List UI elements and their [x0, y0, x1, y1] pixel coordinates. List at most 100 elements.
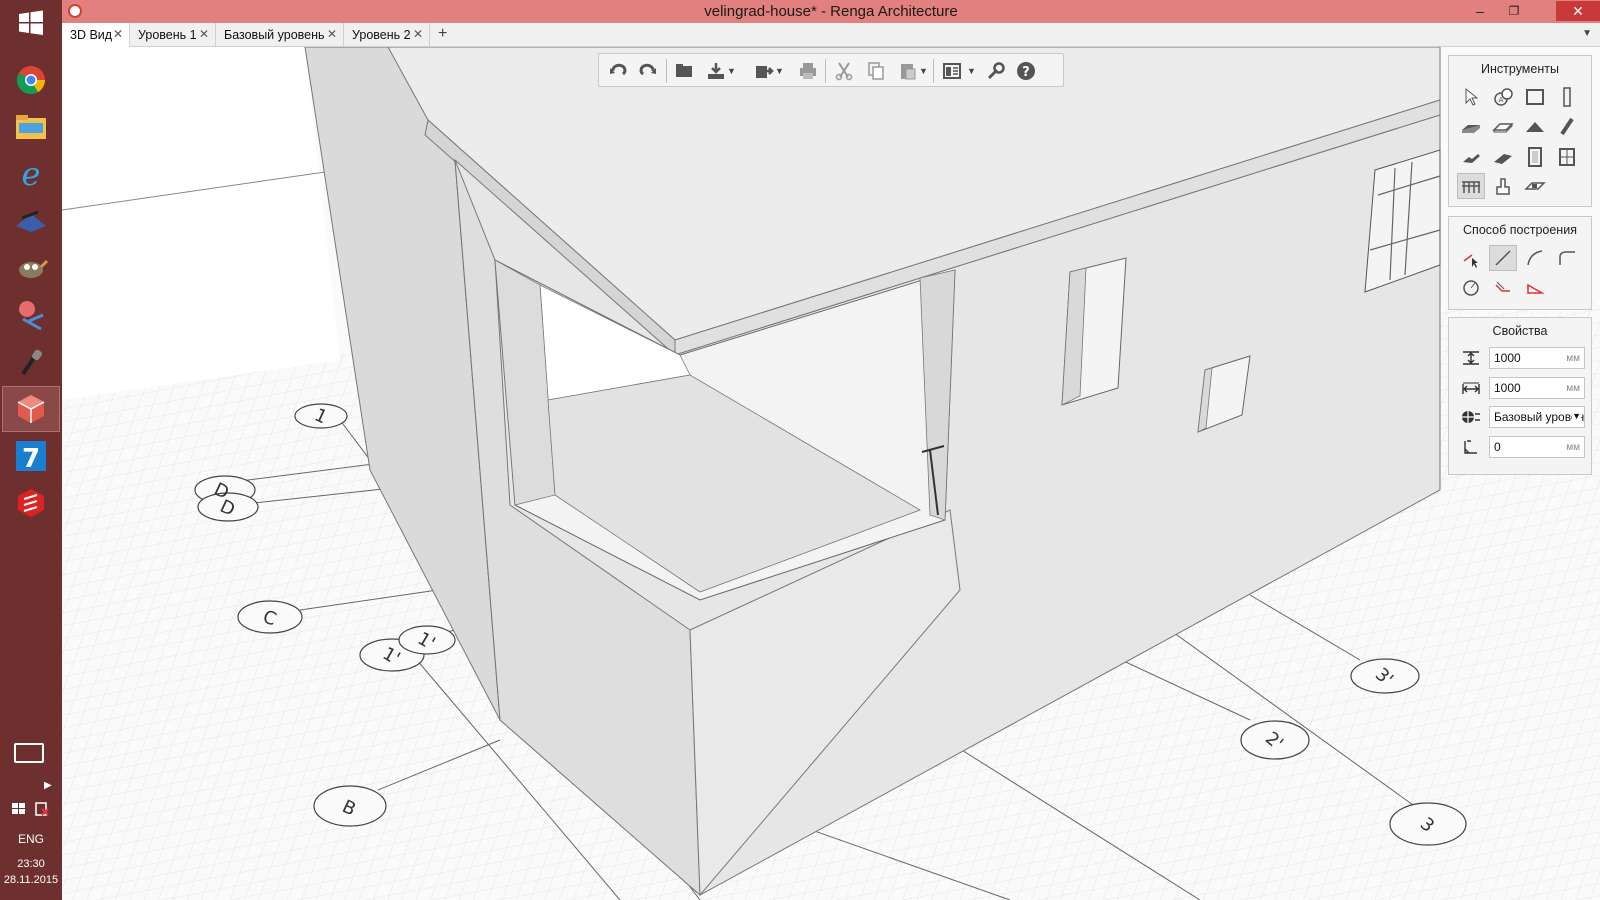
tool-roof[interactable] — [1521, 114, 1549, 140]
document-tabs: 3D Вид ✕ Уровень 1 ✕ Базовый уровень ✕ У… — [62, 23, 1600, 47]
method-fillet[interactable] — [1553, 245, 1581, 271]
taskbar-renga[interactable] — [2, 386, 60, 432]
export-icon — [756, 66, 774, 78]
width-icon — [1462, 382, 1480, 394]
tool-slab[interactable] — [1489, 114, 1517, 140]
method-line[interactable] — [1489, 245, 1517, 271]
taskbar-sketchup[interactable] — [2, 480, 60, 526]
tray-expand-icon[interactable]: ▶ — [44, 780, 52, 791]
windows-logo-icon — [19, 10, 43, 35]
construction-method-title: Способ построения — [1463, 223, 1577, 237]
slab-icon — [1492, 123, 1514, 133]
method-rectangle[interactable] — [1521, 275, 1549, 301]
tab-base-level[interactable]: Базовый уровень ✕ — [216, 23, 344, 47]
tool-ramp[interactable] — [1489, 144, 1517, 170]
keyboard-icon[interactable] — [14, 743, 44, 763]
3d-scene[interactable]: D D C 1' 1' B 1 3' 2' 3 — [62, 47, 1600, 900]
renga-icon — [17, 395, 45, 423]
level-select-icon — [1462, 411, 1480, 423]
chrome-icon — [17, 66, 45, 94]
paste-button[interactable] — [897, 60, 919, 82]
restore-button[interactable]: ❐ — [1500, 1, 1528, 21]
tool-column[interactable] — [1553, 84, 1581, 110]
undo-button[interactable] — [607, 60, 629, 82]
wall-icon — [1462, 125, 1480, 133]
tab-level-1[interactable]: Уровень 1 ✕ — [130, 23, 216, 47]
close-icon[interactable]: ✕ — [327, 27, 337, 41]
tab-3d-view[interactable]: 3D Вид ✕ — [62, 23, 130, 47]
width-input[interactable]: 1000 мм — [1489, 377, 1585, 399]
height-icon — [1463, 351, 1479, 365]
view-dropdown-icon[interactable]: ▼ — [967, 66, 976, 76]
minimize-button[interactable]: – — [1466, 1, 1494, 21]
language-indicator[interactable]: ENG — [0, 832, 62, 846]
method-arc[interactable] — [1521, 245, 1549, 271]
taskbar-app[interactable] — [2, 198, 60, 244]
method-point[interactable] — [1457, 245, 1485, 271]
start-button[interactable] — [2, 0, 60, 46]
tab-menu-icon[interactable]: ▼ — [1582, 28, 1592, 39]
view-settings-button[interactable] — [941, 60, 963, 82]
rectangle-method-icon — [1527, 283, 1545, 294]
copy-button[interactable] — [865, 60, 887, 82]
clock-time[interactable]: 23:30 — [0, 858, 62, 870]
taskbar-chrome[interactable] — [2, 57, 60, 103]
3d-viewport[interactable]: D D C 1' 1' B 1 3' 2' 3 — [62, 47, 1600, 900]
copy-icon — [868, 62, 884, 80]
offset-input[interactable]: 0 мм — [1489, 436, 1585, 458]
tab-label: Уровень 2 — [352, 28, 411, 42]
export-dropdown-icon[interactable]: ▼ — [775, 66, 784, 76]
close-button[interactable]: ✕ — [1556, 1, 1600, 21]
paste-dropdown-icon[interactable]: ▼ — [919, 66, 928, 76]
folder-icon — [676, 64, 692, 77]
trace-method-icon — [1495, 281, 1510, 292]
taskbar-file-explorer[interactable] — [2, 104, 60, 150]
add-tab-button[interactable]: + — [438, 25, 447, 43]
door-icon — [1528, 147, 1542, 167]
tool-door[interactable] — [1521, 144, 1549, 170]
taskbar-internet-explorer[interactable]: e — [2, 151, 60, 197]
taskbar-app7[interactable]: 7 — [2, 433, 60, 479]
tool-opening[interactable] — [1521, 173, 1549, 199]
tool-stair[interactable] — [1457, 144, 1485, 170]
print-icon — [800, 63, 816, 79]
clock-date[interactable]: 28.11.2015 — [0, 874, 62, 886]
method-trace[interactable] — [1489, 275, 1517, 301]
help-button[interactable]: ? — [1015, 60, 1037, 82]
level-select[interactable]: Базовый уровень ▼ — [1489, 406, 1585, 428]
open-button[interactable] — [673, 60, 695, 82]
tab-level-2[interactable]: Уровень 2 ✕ — [344, 23, 430, 47]
taskbar-microphone[interactable] — [2, 339, 60, 385]
taskbar-gimp[interactable] — [2, 245, 60, 291]
redo-button[interactable] — [637, 60, 659, 82]
tool-axis[interactable]: A — [1489, 84, 1517, 110]
title-bar: velingrad-house* - Renga Architecture – … — [62, 0, 1600, 23]
svg-text:7: 7 — [22, 444, 40, 472]
redo-icon — [639, 63, 656, 76]
save-dropdown-icon[interactable]: ▼ — [727, 66, 736, 76]
property-height: 1000 мм — [1457, 347, 1585, 369]
tool-window[interactable] — [1553, 144, 1581, 170]
tool-level[interactable] — [1521, 84, 1549, 110]
tools-panel-title: Инструменты — [1481, 62, 1559, 76]
tool-wall[interactable] — [1457, 114, 1485, 140]
method-circle[interactable] — [1457, 275, 1485, 301]
tool-equipment[interactable] — [1489, 173, 1517, 199]
tool-railing[interactable] — [1457, 173, 1485, 199]
taskbar-snipping[interactable] — [2, 292, 60, 338]
close-icon[interactable]: ✕ — [113, 27, 123, 41]
tray-icons[interactable] — [10, 800, 52, 823]
roof-icon — [1526, 122, 1544, 132]
chevron-down-icon: ▼ — [1572, 411, 1581, 421]
close-icon[interactable]: ✕ — [199, 27, 209, 41]
tool-beam[interactable] — [1553, 114, 1581, 140]
height-input[interactable]: 1000 мм — [1489, 347, 1585, 369]
settings-button[interactable] — [985, 60, 1007, 82]
equipment-icon — [1496, 178, 1510, 195]
cut-button[interactable] — [833, 60, 855, 82]
tool-select[interactable] — [1457, 84, 1485, 110]
save-button[interactable] — [705, 60, 727, 82]
close-icon[interactable]: ✕ — [413, 27, 423, 41]
print-button[interactable] — [797, 60, 819, 82]
export-button[interactable] — [753, 60, 775, 82]
